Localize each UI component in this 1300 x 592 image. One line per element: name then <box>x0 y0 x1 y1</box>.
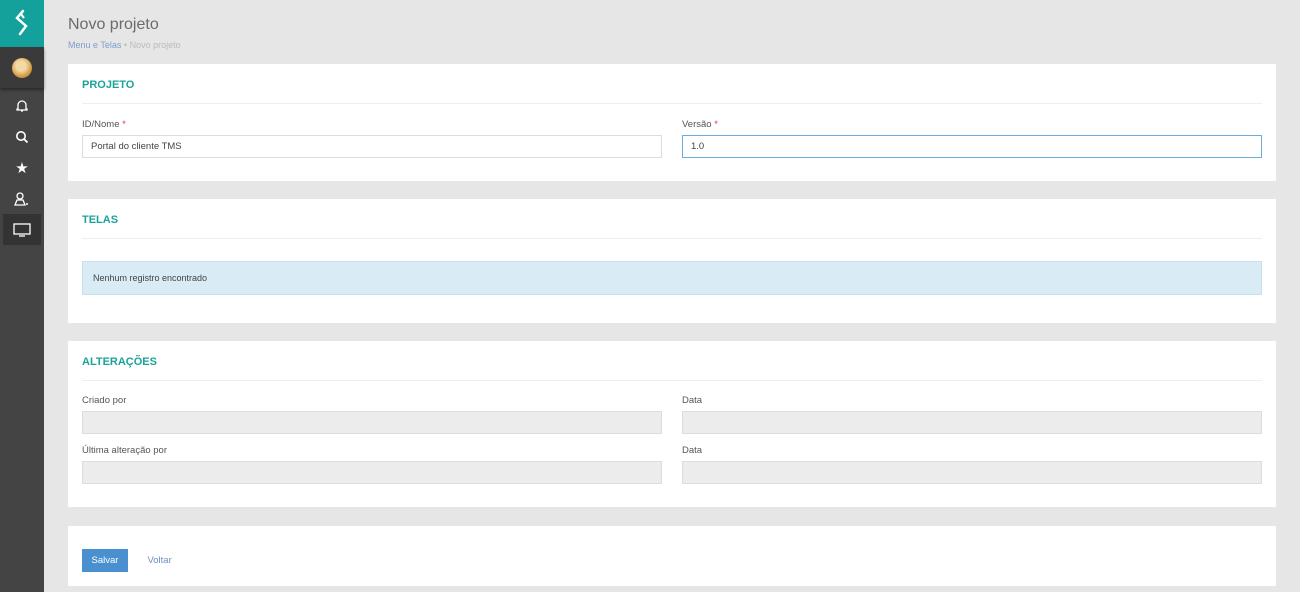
section-heading: TELAS <box>82 199 1262 239</box>
page-title: Novo projeto <box>68 16 159 33</box>
users-icon[interactable] <box>0 183 44 214</box>
created-by-input <box>82 411 662 434</box>
breadcrumb-current: Novo projeto <box>129 40 181 50</box>
logo-icon <box>15 9 28 35</box>
user-menu[interactable] <box>0 47 44 88</box>
star-icon[interactable]: ★ <box>0 152 44 183</box>
save-button[interactable]: Salvar <box>82 549 128 572</box>
breadcrumb-link[interactable]: Menu e Telas <box>68 40 121 50</box>
telas-panel: TELAS Nenhum registro encontrado <box>68 199 1276 323</box>
modified-date-label: Data <box>682 445 703 456</box>
section-heading: ALTERAÇÕES <box>82 341 1262 381</box>
created-date-input <box>682 411 1262 434</box>
alteracoes-panel: ALTERAÇÕES Criado por Data Última altera… <box>68 341 1276 507</box>
created-by-label: Criado por <box>82 395 127 406</box>
modified-by-label: Última alteração por <box>82 445 168 456</box>
name-label: ID/Nome <box>82 119 120 130</box>
created-date-label: Data <box>682 395 703 406</box>
actions-panel: Salvar Voltar <box>68 526 1276 586</box>
projeto-panel: PROJETO ID/Nome * Portal do cliente TMS … <box>68 64 1276 181</box>
empty-message: Nenhum registro encontrado <box>82 261 1262 295</box>
version-label: Versão <box>682 119 712 130</box>
logo[interactable] <box>0 0 44 47</box>
avatar <box>12 57 32 78</box>
modified-date-input <box>682 461 1262 484</box>
monitor-icon[interactable] <box>3 214 41 245</box>
section-heading: PROJETO <box>82 64 1262 104</box>
breadcrumb: Menu e Telas • Novo projeto <box>68 40 181 50</box>
back-link[interactable]: Voltar <box>147 555 171 566</box>
modified-by-input <box>82 461 662 484</box>
bell-icon[interactable] <box>0 90 44 121</box>
search-icon[interactable] <box>0 121 44 152</box>
version-input[interactable]: 1.0 <box>682 135 1262 158</box>
sidebar: ★ <box>0 0 44 592</box>
name-input[interactable]: Portal do cliente TMS <box>82 135 662 158</box>
